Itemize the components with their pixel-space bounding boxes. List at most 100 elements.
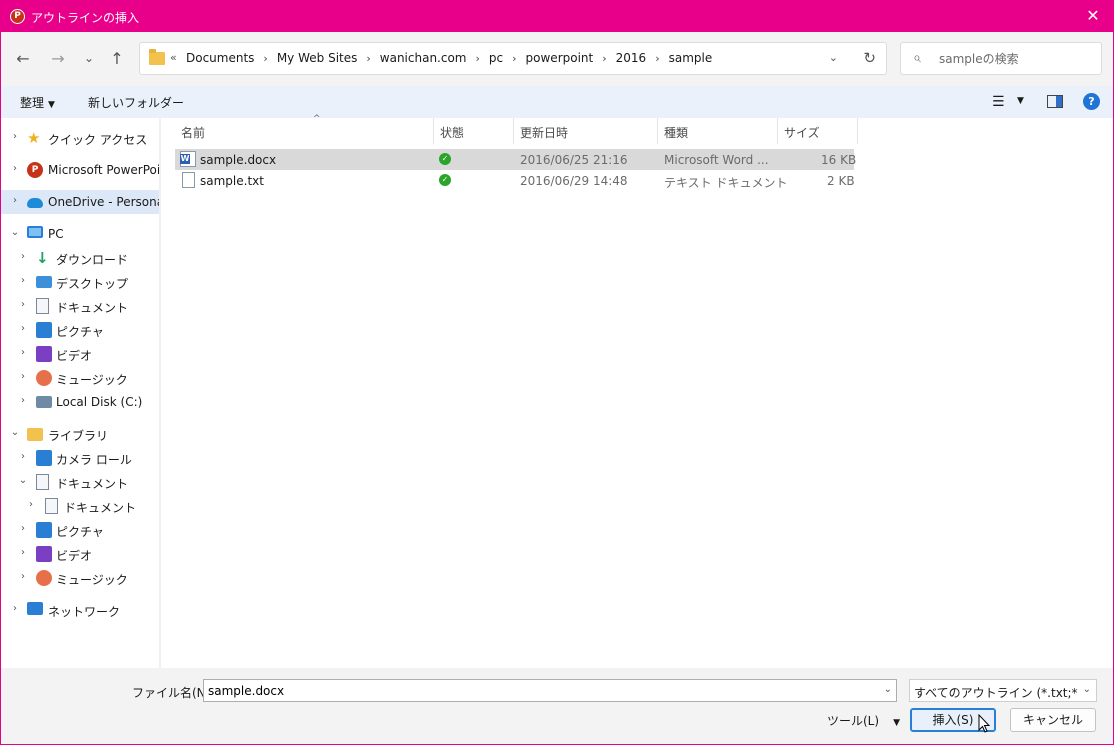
file-row-sample-txt[interactable]: sample.txt ✓ 2016/06/29 14:48 テキスト ドキュメン… [175, 170, 855, 191]
address-dropdown-icon[interactable]: ⌄ [829, 51, 838, 64]
sidebar-item[interactable]: › Local Disk (C:) [1, 390, 159, 414]
breadcrumb-2016[interactable]: 2016 [616, 51, 647, 65]
sidebar-item[interactable]: › ピクチャ [1, 318, 159, 342]
breadcrumb-documents[interactable]: Documents [186, 51, 254, 65]
file-name: sample.txt [200, 174, 264, 188]
search-box[interactable]: ⌕ [900, 42, 1102, 75]
collapse-chevron-icon[interactable]: ⌄ [9, 427, 21, 438]
window-title: アウトラインの挿入 [31, 11, 140, 25]
sidebar-item[interactable]: › ビデオ [1, 542, 159, 566]
organize-button[interactable]: 整理 ▼ [20, 94, 55, 111]
column-header-name[interactable]: 名前 ^ [175, 114, 434, 144]
sidebar-item-label: ライブラリ [48, 429, 109, 443]
breadcrumb-separator-icon[interactable]: › [263, 52, 267, 65]
breadcrumb-separator-icon[interactable]: › [476, 52, 480, 65]
sidebar-item[interactable]: › ピクチャ [1, 518, 159, 542]
forward-arrow-icon[interactable]: → [47, 49, 69, 71]
sidebar-item[interactable]: › ミュージック [1, 566, 159, 590]
breadcrumb-my-web-sites[interactable]: My Web Sites [277, 51, 358, 65]
expand-chevron-icon[interactable]: › [17, 547, 29, 558]
sidebar-item[interactable]: ⌄ ドキュメント [1, 470, 159, 494]
sidebar-item[interactable]: › ビデオ [1, 342, 159, 366]
breadcrumb: Documents › My Web Sites › wanichan.com … [186, 51, 712, 65]
pictures-icon [36, 522, 52, 538]
sidebar-item-label: ビデオ [56, 349, 93, 363]
expand-chevron-icon[interactable]: › [9, 195, 21, 206]
sort-ascending-icon: ^ [313, 114, 321, 124]
sidebar-item-label: ドキュメント [56, 477, 129, 491]
breadcrumb-sample[interactable]: sample [669, 51, 713, 65]
expand-chevron-icon[interactable]: › [17, 275, 29, 286]
filename-dropdown-icon[interactable]: ⌄ [884, 684, 892, 695]
filename-input[interactable] [208, 682, 873, 699]
view-options-icon[interactable]: ☰ [992, 94, 1005, 110]
sidebar-item[interactable]: › ★ クイック アクセス [1, 126, 159, 150]
expand-chevron-icon[interactable]: › [17, 251, 29, 262]
pictures-icon [36, 322, 52, 338]
column-header-status[interactable]: 状態 [434, 118, 514, 144]
sidebar-item[interactable]: › ネットワーク [1, 598, 159, 622]
view-caret-icon[interactable]: ▼ [1017, 96, 1024, 106]
sidebar-item[interactable]: ⌄ PC [1, 222, 159, 246]
navigation-pane: › ★ クイック アクセス › P Microsoft PowerPoir › OneDriv… [1, 118, 159, 668]
address-bar[interactable]: « Documents › My Web Sites › wanichan.co… [139, 42, 887, 75]
preview-pane-icon[interactable] [1047, 95, 1063, 108]
overflow-chevron-icon[interactable]: « [170, 51, 177, 64]
file-type: Microsoft Word ... [664, 153, 769, 167]
expand-chevron-icon[interactable]: › [17, 571, 29, 582]
breadcrumb-wanichan[interactable]: wanichan.com [380, 51, 467, 65]
filetype-select[interactable]: すべてのアウトライン (*.txt;*.rtf;*.docx) ⌄ [909, 679, 1097, 702]
sidebar-item-label: カメラ ロール [56, 453, 132, 467]
expand-chevron-icon[interactable]: › [9, 131, 21, 142]
command-bar: 整理 ▼ 新しいフォルダー ☰ ▼ ? [1, 86, 1113, 118]
new-folder-button[interactable]: 新しいフォルダー [88, 94, 184, 111]
expand-chevron-icon[interactable]: › [17, 523, 29, 534]
expand-chevron-icon[interactable]: › [25, 499, 37, 510]
expand-chevron-icon[interactable]: › [17, 347, 29, 358]
refresh-icon[interactable]: ↻ [863, 49, 876, 67]
breadcrumb-separator-icon[interactable]: › [366, 52, 370, 65]
up-arrow-icon[interactable]: ↑ [106, 49, 128, 71]
column-header-type[interactable]: 種類 [658, 118, 778, 144]
breadcrumb-separator-icon[interactable]: › [602, 52, 606, 65]
sidebar-item[interactable]: › カメラ ロール [1, 446, 159, 470]
sidebar-item[interactable]: › P Microsoft PowerPoir [1, 158, 159, 182]
collapse-chevron-icon[interactable]: ⌄ [9, 227, 21, 238]
expand-chevron-icon[interactable]: › [17, 323, 29, 334]
column-header-date[interactable]: 更新日時 [514, 118, 658, 144]
expand-chevron-icon[interactable]: › [17, 299, 29, 310]
expand-chevron-icon[interactable]: › [9, 603, 21, 614]
sidebar-item[interactable]: › ↓ ダウンロード [1, 246, 159, 270]
library-icon [27, 428, 43, 441]
breadcrumb-powerpoint[interactable]: powerpoint [526, 51, 594, 65]
collapse-chevron-icon[interactable]: ⌄ [17, 475, 29, 486]
recent-locations-chevron-icon[interactable]: ⌄ [78, 48, 100, 70]
network-icon [27, 602, 43, 615]
sidebar-item[interactable]: › OneDrive - Personal [1, 190, 159, 214]
sidebar-item-label: OneDrive - Personal [48, 195, 159, 209]
filename-combobox[interactable]: ⌄ [203, 679, 897, 702]
column-header-size[interactable]: サイズ [778, 118, 858, 144]
search-input[interactable] [939, 50, 1094, 68]
breadcrumb-separator-icon[interactable]: › [655, 52, 659, 65]
sidebar-item[interactable]: › ドキュメント [1, 294, 159, 318]
sidebar-item[interactable]: › ドキュメント [1, 494, 159, 518]
sidebar-item[interactable]: › ミュージック [1, 366, 159, 390]
breadcrumb-pc[interactable]: pc [489, 51, 503, 65]
close-icon[interactable]: ✕ [1073, 1, 1113, 32]
help-icon[interactable]: ? [1083, 93, 1100, 110]
expand-chevron-icon[interactable]: › [17, 395, 29, 406]
expand-chevron-icon[interactable]: › [17, 451, 29, 462]
tools-button[interactable]: ツール(L) ▼ [827, 712, 900, 729]
breadcrumb-separator-icon[interactable]: › [512, 52, 516, 65]
expand-chevron-icon[interactable]: › [17, 371, 29, 382]
disk-icon [36, 396, 52, 408]
file-row-sample-docx[interactable]: sample.docx ✓ 2016/06/25 21:16 Microsoft… [175, 149, 856, 170]
sidebar-item[interactable]: › デスクトップ [1, 270, 159, 294]
download-icon: ↓ [36, 249, 49, 267]
back-arrow-icon[interactable]: ← [12, 49, 34, 71]
insert-outline-dialog: P アウトラインの挿入 ✕ ← → ⌄ ↑ « Documents › My W… [0, 0, 1114, 745]
expand-chevron-icon[interactable]: › [9, 163, 21, 174]
cancel-button[interactable]: キャンセル [1010, 708, 1096, 732]
sidebar-item[interactable]: ⌄ ライブラリ [1, 422, 159, 446]
